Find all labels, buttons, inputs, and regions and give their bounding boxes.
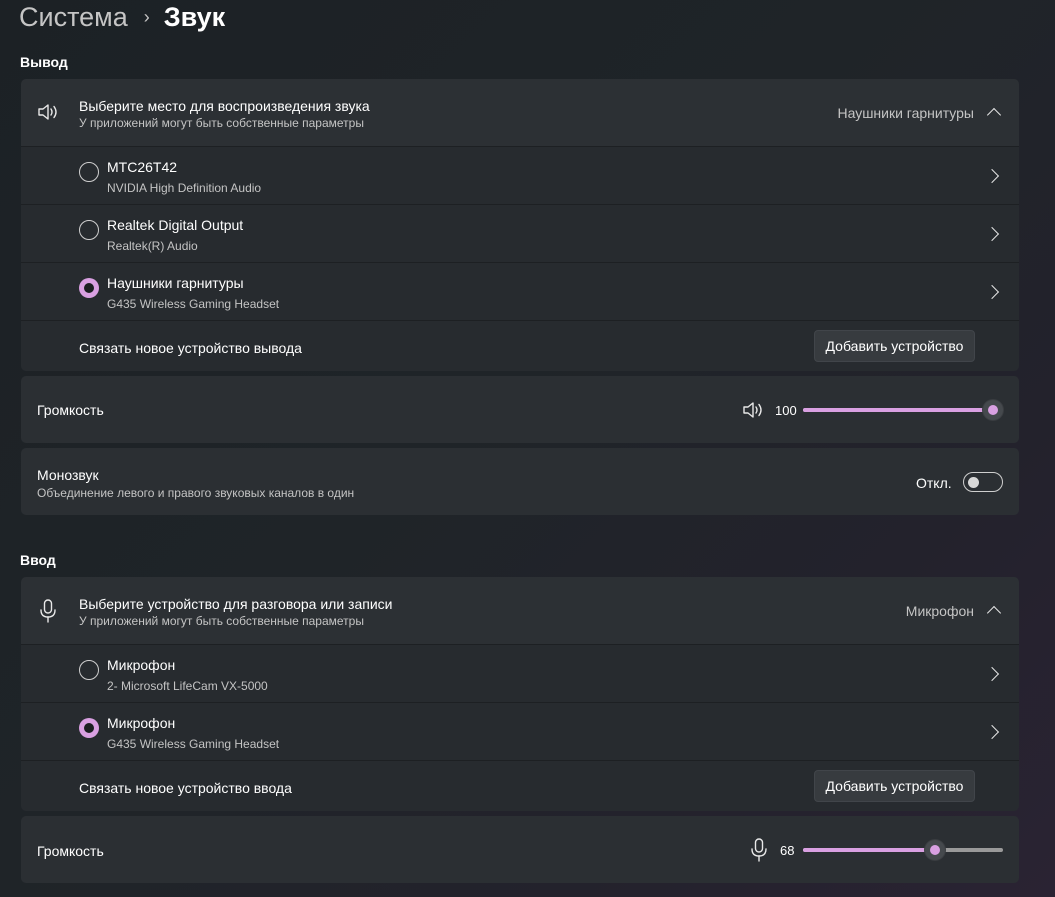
speaker-icon [38, 104, 57, 120]
input-volume-label: Громкость [37, 843, 104, 859]
output-header-subtitle: У приложений могут быть собственные пара… [79, 116, 364, 130]
output-volume-slider-fill [803, 408, 993, 412]
input-pair-row: Связать новое устройство ввода Добавить … [21, 761, 1019, 811]
input-device-radio[interactable] [79, 660, 99, 680]
section-label-output: Вывод [20, 54, 68, 70]
output-device-driver: NVIDIA High Definition Audio [107, 181, 262, 195]
chevron-right-icon[interactable] [984, 226, 1000, 242]
output-volume-slider-thumb[interactable] [983, 400, 1003, 420]
mono-audio-toggle[interactable] [963, 472, 1003, 492]
input-device-name: Микрофон [107, 657, 176, 673]
output-device-driver: G435 Wireless Gaming Headset [107, 297, 280, 311]
input-device-driver: 2- Microsoft LifeCam VX-5000 [107, 679, 268, 693]
output-volume-row: Громкость 100 [21, 376, 1019, 443]
microphone-icon [40, 599, 56, 623]
output-selected-device: Наушники гарнитуры [837, 105, 974, 121]
input-volume-slider-fill [803, 848, 935, 852]
section-label-input: Ввод [20, 552, 56, 568]
page-title: Звук [163, 1, 226, 32]
output-device-radio[interactable] [79, 162, 99, 182]
input-device-driver: G435 Wireless Gaming Headset [107, 737, 280, 751]
output-device-radio-selected[interactable] [79, 278, 99, 298]
output-device-row[interactable]: Наушники гарнитуры G435 Wireless Gaming … [21, 263, 1019, 320]
output-device-name: MTC26T42 [107, 159, 178, 175]
input-device-expander[interactable]: Выберите устройство для разговора или за… [21, 577, 1019, 644]
input-selected-device: Микрофон [905, 603, 974, 619]
mono-audio-state: Откл. [916, 475, 952, 491]
breadcrumb: Система › Звук [19, 0, 225, 34]
add-output-device-button[interactable]: Добавить устройство [814, 330, 975, 362]
output-device-expander[interactable]: Выберите место для воспроизведения звука… [21, 79, 1019, 146]
input-header-subtitle: У приложений могут быть собственные пара… [79, 614, 364, 628]
chevron-up-icon[interactable] [986, 107, 1002, 123]
chevron-right-icon[interactable] [984, 724, 1000, 740]
microphone-icon[interactable] [750, 838, 768, 862]
output-device-driver: Realtek(R) Audio [107, 239, 198, 253]
output-pair-label: Связать новое устройство вывода [79, 340, 302, 356]
input-device-name: Микрофон [107, 715, 176, 731]
input-volume-value: 68 [780, 843, 795, 858]
mono-audio-subtitle: Объединение левого и правого звуковых ка… [37, 486, 355, 500]
mono-audio-row: Монозвук Объединение левого и правого зв… [21, 448, 1019, 515]
output-device-row[interactable]: MTC26T42 NVIDIA High Definition Audio [21, 147, 1019, 204]
output-pair-row: Связать новое устройство вывода Добавить… [21, 321, 1019, 371]
chevron-right-icon: › [143, 6, 150, 27]
input-device-radio-selected[interactable] [79, 718, 99, 738]
input-volume-row: Громкость 68 [21, 816, 1019, 883]
input-volume-slider-thumb[interactable] [925, 840, 945, 860]
breadcrumb-parent[interactable]: Система [19, 2, 128, 33]
add-input-device-button[interactable]: Добавить устройство [814, 770, 975, 802]
output-header-title: Выберите место для воспроизведения звука [79, 98, 370, 114]
input-device-row[interactable]: Микрофон 2- Microsoft LifeCam VX-5000 [21, 645, 1019, 702]
chevron-right-icon[interactable] [984, 284, 1000, 300]
output-volume-label: Громкость [37, 402, 104, 418]
mono-audio-title: Монозвук [37, 467, 99, 483]
input-device-row[interactable]: Микрофон G435 Wireless Gaming Headset [21, 703, 1019, 760]
output-device-radio[interactable] [79, 220, 99, 240]
speaker-icon[interactable] [742, 400, 766, 420]
chevron-right-icon[interactable] [984, 666, 1000, 682]
output-volume-value: 100 [775, 403, 797, 418]
chevron-up-icon[interactable] [986, 605, 1002, 621]
output-device-name: Realtek Digital Output [107, 217, 244, 233]
input-pair-label: Связать новое устройство ввода [79, 780, 292, 796]
chevron-right-icon[interactable] [984, 168, 1000, 184]
input-header-title: Выберите устройство для разговора или за… [79, 596, 393, 612]
output-device-name: Наушники гарнитуры [107, 275, 244, 291]
output-device-row[interactable]: Realtek Digital Output Realtek(R) Audio [21, 205, 1019, 262]
